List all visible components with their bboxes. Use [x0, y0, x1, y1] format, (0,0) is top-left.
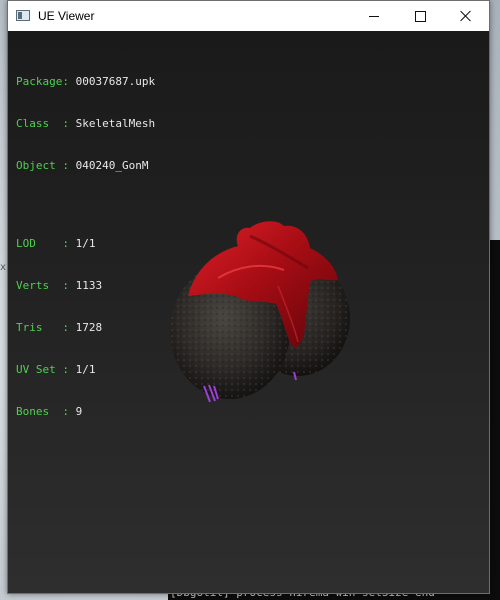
window-title: UE Viewer: [38, 9, 95, 23]
title-bar[interactable]: UE Viewer: [8, 1, 489, 31]
info-verts: Verts : 1133: [16, 279, 103, 292]
skeletal-mesh-render: [170, 221, 350, 403]
info-lod: LOD : 1/1: [16, 237, 96, 250]
info-class: Class : SkeletalMesh: [16, 117, 156, 130]
info-bones: Bones : 9: [16, 405, 83, 418]
close-button[interactable]: [443, 1, 489, 31]
info-uvset: UV Set : 1/1: [16, 363, 96, 376]
3d-viewport[interactable]: Package: 00037687.upk Class : SkeletalMe…: [8, 31, 489, 593]
close-icon: [460, 10, 472, 22]
maximize-button[interactable]: [397, 1, 443, 31]
ue-viewer-window: UE Viewer Package: 00037687.upk Class : …: [7, 0, 490, 594]
info-tris: Tris : 1728: [16, 321, 103, 334]
info-object: Object : 040240_GonM: [16, 159, 149, 172]
app-icon: [16, 10, 30, 21]
minimize-icon: [369, 15, 379, 17]
mesh-info-overlay: Package: 00037687.upk Class : SkeletalMe…: [16, 47, 155, 447]
minimize-button[interactable]: [351, 1, 397, 31]
desktop-edge-glyph: x: [0, 262, 7, 273]
maximize-icon: [414, 10, 426, 22]
info-package: Package: 00037687.upk: [16, 75, 156, 88]
